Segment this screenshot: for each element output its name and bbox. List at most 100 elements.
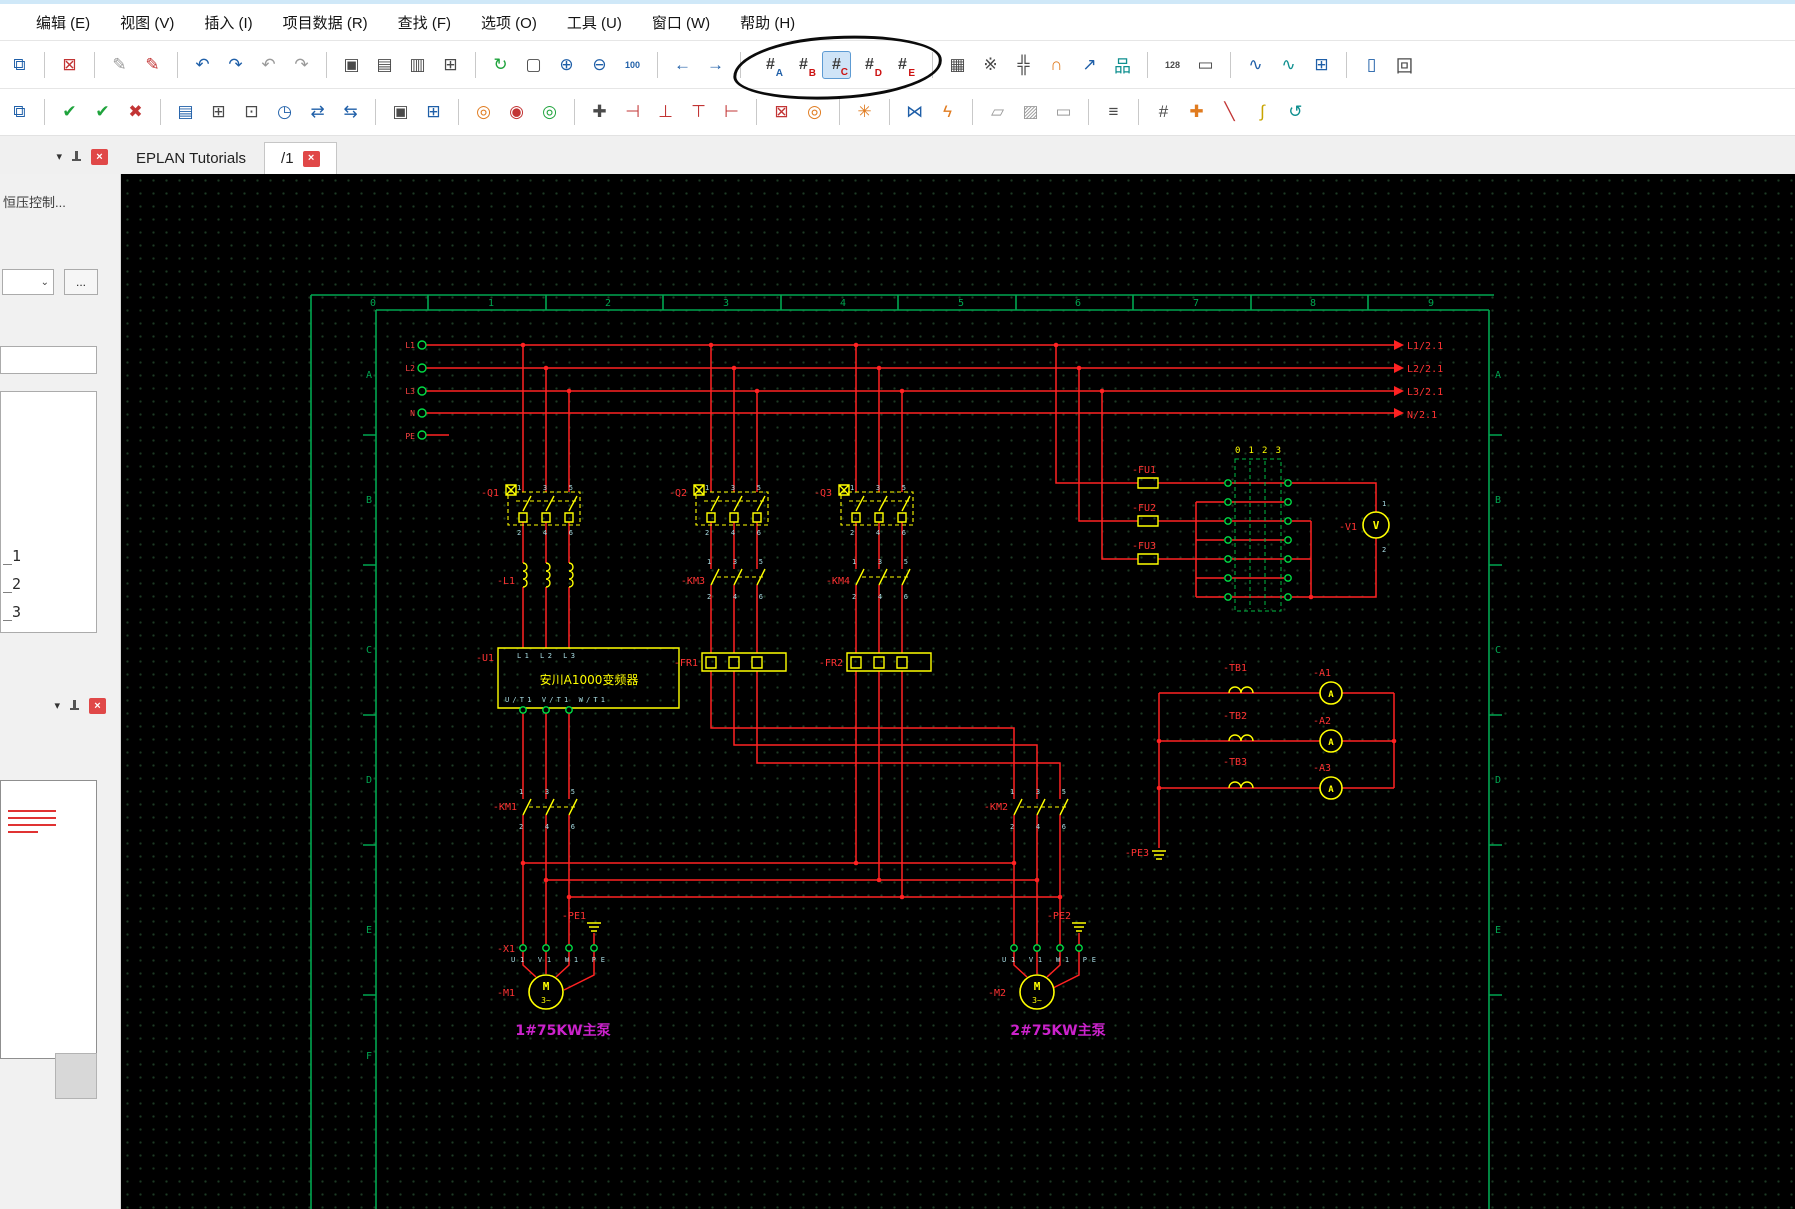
panel-close-icon[interactable]: × bbox=[89, 698, 106, 714]
structure-tree-icon[interactable]: 品 bbox=[1108, 51, 1137, 79]
menu-view[interactable]: 视图 (V) bbox=[120, 12, 174, 33]
plot-frame-icon[interactable]: ≡ bbox=[1099, 98, 1128, 126]
menu-window[interactable]: 窗口 (W) bbox=[652, 12, 710, 33]
place-center-icon[interactable]: ◎ bbox=[469, 98, 498, 126]
panel-pin-icon[interactable] bbox=[71, 150, 82, 164]
table-view-icon[interactable]: ⊞ bbox=[436, 51, 465, 79]
forward-icon[interactable]: → bbox=[701, 51, 730, 79]
page-history-icon[interactable]: ◷ bbox=[270, 98, 299, 126]
undo-history-icon[interactable]: ↶ bbox=[254, 51, 283, 79]
show-grid-icon[interactable]: ▦ bbox=[943, 51, 972, 79]
grid-b-icon[interactable]: # B bbox=[789, 51, 818, 79]
menu-insert[interactable]: 插入 (I) bbox=[204, 12, 252, 33]
rotate-icon[interactable]: ↺ bbox=[1281, 98, 1310, 126]
list-item[interactable]: _2 bbox=[3, 575, 21, 593]
menu-help[interactable]: 帮助 (H) bbox=[740, 12, 795, 33]
new-page-icon[interactable]: ⊞ bbox=[204, 98, 233, 126]
panel-pin-icon[interactable] bbox=[69, 699, 80, 713]
menu-edit[interactable]: 编辑 (E) bbox=[36, 12, 90, 33]
align-bottom-icon[interactable]: ⊥ bbox=[651, 98, 680, 126]
options-star-icon[interactable]: ✳ bbox=[850, 98, 879, 126]
undo-icon[interactable]: ↶ bbox=[188, 51, 217, 79]
region-icon[interactable]: ▭ bbox=[1049, 98, 1078, 126]
page-check-icon[interactable]: ▥ bbox=[403, 51, 432, 79]
list-item[interactable]: _1 bbox=[3, 547, 21, 565]
panel-collapse-icon[interactable]: ▾ bbox=[56, 151, 62, 163]
assign-device-icon[interactable]: ✔ bbox=[88, 98, 117, 126]
tab-project[interactable]: EPLAN Tutorials bbox=[120, 143, 262, 174]
symbol-macro-icon[interactable]: ⊞ bbox=[419, 98, 448, 126]
zoom-100-icon[interactable]: 100 bbox=[618, 51, 647, 79]
zoom-window-icon[interactable]: ▢ bbox=[519, 51, 548, 79]
integral-curve-icon[interactable]: ∫ bbox=[1248, 98, 1277, 126]
snap-target-icon[interactable]: ◎ bbox=[800, 98, 829, 126]
export-pages-icon[interactable]: ⇄ bbox=[303, 98, 332, 126]
menu-project-data[interactable]: 项目数据 (R) bbox=[283, 12, 368, 33]
place-origin-icon[interactable]: ◉ bbox=[502, 98, 531, 126]
signal-track-icon[interactable]: ∿ bbox=[1274, 51, 1303, 79]
char-128-icon[interactable]: 128 bbox=[1158, 51, 1187, 79]
menu-tools[interactable]: 工具 (U) bbox=[567, 12, 622, 33]
panel-collapse-icon[interactable]: ▾ bbox=[54, 700, 60, 712]
list-item[interactable]: _3 bbox=[3, 603, 21, 621]
menu-find[interactable]: 查找 (F) bbox=[398, 12, 451, 33]
remove-format-icon[interactable]: ✎ bbox=[138, 51, 167, 79]
move-base-point-icon[interactable]: ◎ bbox=[535, 98, 564, 126]
redo-icon[interactable]: ↷ bbox=[221, 51, 250, 79]
grid-c-icon[interactable]: # C bbox=[822, 50, 851, 79]
zoom-in-icon[interactable]: ⊕ bbox=[552, 51, 581, 79]
insert-device-icon[interactable]: ✔ bbox=[55, 98, 84, 126]
window-tile-icon[interactable]: ▤ bbox=[370, 51, 399, 79]
hatch-pattern-icon[interactable]: ▨ bbox=[1016, 98, 1045, 126]
tab-close-icon[interactable]: × bbox=[302, 150, 320, 167]
magnetic-snap-icon[interactable]: ∩ bbox=[1042, 51, 1071, 79]
performance-chart-icon[interactable]: ↗ bbox=[1075, 51, 1104, 79]
motor-phase: 3~ bbox=[541, 996, 551, 1005]
connection-point-icon[interactable]: ϟ bbox=[933, 98, 962, 126]
menu-options[interactable]: 选项 (O) bbox=[481, 12, 537, 33]
import-pages-icon[interactable]: ⇆ bbox=[336, 98, 365, 126]
zoom-out-icon[interactable]: ⊖ bbox=[585, 51, 614, 79]
align-to-grid-icon[interactable]: ╬ bbox=[1009, 51, 1038, 79]
ruler-icon[interactable]: ▭ bbox=[1191, 51, 1220, 79]
net-grid-icon[interactable]: ⊞ bbox=[1307, 51, 1336, 79]
back-icon[interactable]: ← bbox=[668, 51, 697, 79]
panel-close-icon[interactable]: × bbox=[91, 149, 108, 165]
schematic-canvas[interactable]: 0 1 2 3 4 5 6 7 8 9 A B C D E F A B C D … bbox=[121, 174, 1795, 1209]
refresh-icon[interactable]: ↻ bbox=[486, 51, 515, 79]
page-tree-list[interactable]: _1 _2 _3 bbox=[0, 391, 97, 633]
window-layout-icon[interactable]: ▣ bbox=[337, 51, 366, 79]
coordinate-input-icon[interactable]: ✚ bbox=[585, 98, 614, 126]
tab-page-1[interactable]: /1 × bbox=[264, 142, 337, 174]
paste-icon[interactable]: ⧉ bbox=[5, 51, 34, 79]
grid-d-icon[interactable]: # D bbox=[855, 51, 884, 79]
page-properties-icon[interactable]: ⊡ bbox=[237, 98, 266, 126]
motor-phase: 3~ bbox=[1032, 996, 1042, 1005]
delete-placeholder-icon[interactable]: ⊠ bbox=[55, 51, 84, 79]
filter-combobox[interactable]: ⌄ bbox=[2, 269, 54, 295]
remove-device-icon[interactable]: ✖ bbox=[121, 98, 150, 126]
window-macro-icon[interactable]: ▣ bbox=[386, 98, 415, 126]
align-right-icon[interactable]: ⊢ bbox=[717, 98, 746, 126]
snap-to-grid-icon[interactable]: ※ bbox=[976, 51, 1005, 79]
insert-plus-icon[interactable]: ✚ bbox=[1182, 98, 1211, 126]
diagonal-line-icon[interactable]: ╲ bbox=[1215, 98, 1244, 126]
align-left-icon[interactable]: ⊣ bbox=[618, 98, 647, 126]
browse-button[interactable]: ... bbox=[64, 269, 98, 295]
grid-e-icon[interactable]: # E bbox=[888, 51, 917, 79]
align-top-icon[interactable]: ⊤ bbox=[684, 98, 713, 126]
signal-wave-icon[interactable]: ∿ bbox=[1241, 51, 1270, 79]
selection-frame-icon[interactable]: ▱ bbox=[983, 98, 1012, 126]
redo-history-icon[interactable]: ↷ bbox=[287, 51, 316, 79]
connect-symbol-icon[interactable]: ⋈ bbox=[900, 98, 929, 126]
toolbar-separator bbox=[1088, 99, 1089, 125]
grid-a-icon[interactable]: # A bbox=[756, 51, 785, 79]
insert-grid-icon[interactable]: # bbox=[1149, 98, 1178, 126]
page-navigator-icon[interactable]: ▤ bbox=[171, 98, 200, 126]
copy-format-icon[interactable]: ✎ bbox=[105, 51, 134, 79]
placeholder-object-icon[interactable]: ▯ bbox=[1357, 51, 1386, 79]
page-copy-icon[interactable]: ⧉ bbox=[5, 98, 34, 126]
arrange-icon[interactable]: 回 bbox=[1390, 51, 1419, 79]
grid-e-letter: E bbox=[908, 67, 915, 79]
delete-selection-icon[interactable]: ⊠ bbox=[767, 98, 796, 126]
